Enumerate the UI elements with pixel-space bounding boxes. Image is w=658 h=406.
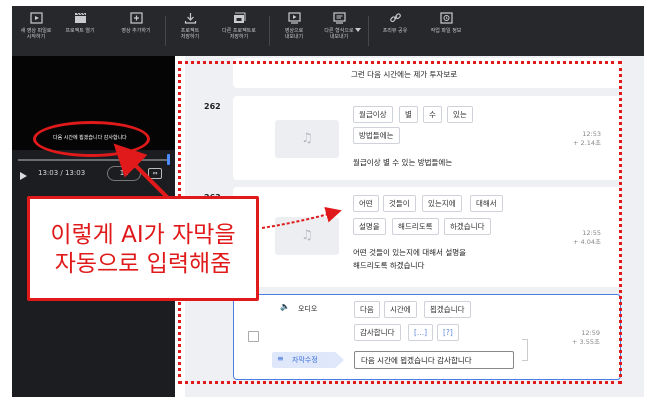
word-chip[interactable]: 대해서 <box>470 195 503 212</box>
save-project-label: 프로젝트 저장하기 <box>180 28 200 40</box>
subtitle-edit-field[interactable]: 다음 시간에 뵙겠습니다 감사합니다 <box>354 351 514 369</box>
row-duration: + 4.04초 <box>573 238 601 246</box>
seek-bar[interactable] <box>18 154 170 165</box>
add-video-label: 영상 추가하기 <box>121 28 151 34</box>
word-chip[interactable]: 해드리도록 <box>392 218 439 235</box>
chevron-down-icon[interactable] <box>355 28 361 32</box>
word-chip[interactable]: 수 <box>423 106 442 123</box>
word-chip[interactable]: 있는지에 <box>422 195 462 212</box>
row-duration: + 3.55초 <box>572 338 600 346</box>
list-item-selected[interactable]: 🔈 오디오 다음 시간에 뵙겠습니다 감사합니다 [...] [?] ≡ 자막수… <box>233 294 621 380</box>
seek-handle[interactable] <box>167 154 170 165</box>
row-timestamp: 12:59 + 3.55초 <box>572 329 600 347</box>
word-chip[interactable]: 하겠습니다 <box>444 218 491 235</box>
edit-bracket <box>522 339 528 361</box>
row-timestamp: 12:53 + 2.14초 <box>573 130 601 148</box>
word-chip[interactable]: 어떤 <box>353 195 379 212</box>
subtitle-edit-value: 다음 시간에 뵙겠습니다 감사합니다 <box>361 356 472 365</box>
share-preview-label: 프리뷰 공유 <box>382 28 408 34</box>
word-chip[interactable]: 것들이 <box>383 195 416 212</box>
video-subtitle: 다음 시간에 뵙겠습니다 감사합니다 <box>53 135 127 141</box>
list-item[interactable]: ♫ 월급이상 별 수 있는 방법들에는 월급이상 별 수 있는 방법들에는 12… <box>233 96 621 180</box>
row-checkbox[interactable] <box>248 331 259 342</box>
share-preview-button[interactable]: 프리뷰 공유 <box>375 12 415 34</box>
export-video-icon <box>287 12 301 24</box>
toolbar-divider <box>165 16 166 46</box>
row-sentence: 어떤 것들이 있는지에 대해서 설명을 해드리도록 하겠습니다 <box>353 248 467 270</box>
edit-subtitle-tag: ≡ 자막수정 <box>272 352 344 368</box>
link-icon <box>389 13 401 23</box>
audio-label: 오디오 <box>298 305 318 313</box>
word-chip[interactable]: [?] <box>437 324 459 341</box>
save-as-icon <box>233 12 245 23</box>
row-time: 12:53 <box>582 130 601 138</box>
word-chip[interactable]: 월급이상 <box>353 106 393 123</box>
playback-speed-button[interactable]: 1x <box>107 166 141 181</box>
row-time: 12:55 <box>582 229 601 237</box>
export-video-button[interactable]: 영상으로 내보내기 <box>274 12 314 40</box>
export-video-label: 영상으로 내보내기 <box>284 28 304 40</box>
edit-subtitle-label: 자막수정 <box>292 356 318 364</box>
word-chip[interactable]: 감사합니다 <box>354 324 401 341</box>
new-video-icon <box>29 12 43 24</box>
file-info-button[interactable]: 작업 파일 정보 <box>424 12 468 34</box>
row-number: 262 <box>204 102 221 111</box>
list-item[interactable]: ♫ 어떤 것들이 있는지에 대해서 설명을 해드리도록 하겠습니다 어떤 것들이… <box>233 187 621 287</box>
word-chip[interactable]: 다음 <box>354 301 380 318</box>
save-as-project-button[interactable]: 다른 프로젝트로 저장하기 <box>215 12 263 40</box>
playback-time: 13:03 / 13:03 <box>38 169 86 177</box>
new-video-button[interactable]: 새 영상 파일로 시작하기 <box>14 12 58 40</box>
word-chip[interactable]: 방법들에는 <box>353 127 400 144</box>
play-icon[interactable] <box>20 172 27 180</box>
export-format-icon <box>332 12 346 24</box>
annotation-callout: 이렇게 AI가 자막을 자동으로 입력해줌 <box>27 196 259 301</box>
row-time: 12:59 <box>581 329 600 337</box>
word-chip[interactable]: 뵙겠습니다 <box>424 301 471 318</box>
new-video-label: 새 영상 파일로 시작하기 <box>20 28 52 40</box>
add-video-icon <box>129 12 143 24</box>
save-project-button[interactable]: 프로젝트 저장하기 <box>170 12 210 40</box>
music-note-icon: ♫ <box>275 217 339 255</box>
word-chip[interactable]: 있는 <box>447 106 473 123</box>
speaker-icon: 🔈 <box>280 302 290 311</box>
subtitle-lines-icon: ≡ <box>277 354 284 363</box>
download-icon <box>184 13 196 24</box>
row-sentence: 그런 다음 시간에는 제가 투자보로 <box>351 70 458 79</box>
row-sentence: 월급이상 별 수 있는 방법들에는 <box>353 158 453 167</box>
word-chip[interactable]: 시간에 <box>384 301 417 318</box>
list-item[interactable]: 그런 다음 시간에는 제가 투자보로 <box>233 58 621 88</box>
toolbar: 새 영상 파일로 시작하기 프로젝트 열기 영상 추가하기 프로젝트 저장하기 … <box>12 6 644 56</box>
clapper-icon <box>74 12 86 23</box>
toolbar-divider <box>269 16 270 46</box>
word-chip[interactable]: 설명을 <box>353 218 386 235</box>
video-player[interactable]: 다음 시간에 뵙겠습니다 감사합니다 <box>12 56 175 150</box>
open-project-button[interactable]: 프로젝트 열기 <box>58 12 102 34</box>
row-duration: + 2.14초 <box>573 139 601 147</box>
word-chip[interactable]: [...] <box>408 324 434 341</box>
fullscreen-icon[interactable]: ⇔ <box>148 168 162 179</box>
row-timestamp: 12:55 + 4.04초 <box>573 229 601 247</box>
word-chip[interactable]: 별 <box>399 106 418 123</box>
file-info-label: 작업 파일 정보 <box>430 28 462 34</box>
export-format-button[interactable]: 다른 형식으로 내보내기 <box>317 12 361 40</box>
music-note-icon: ♫ <box>275 120 339 158</box>
toolbar-divider <box>368 16 369 46</box>
open-project-label: 프로젝트 열기 <box>65 28 95 34</box>
file-info-icon <box>439 12 453 24</box>
annotation-text: 이렇게 AI가 자막을 자동으로 입력해줌 <box>50 222 236 277</box>
add-video-button[interactable]: 영상 추가하기 <box>114 12 158 34</box>
save-as-project-label: 다른 프로젝트로 저장하기 <box>222 28 256 40</box>
